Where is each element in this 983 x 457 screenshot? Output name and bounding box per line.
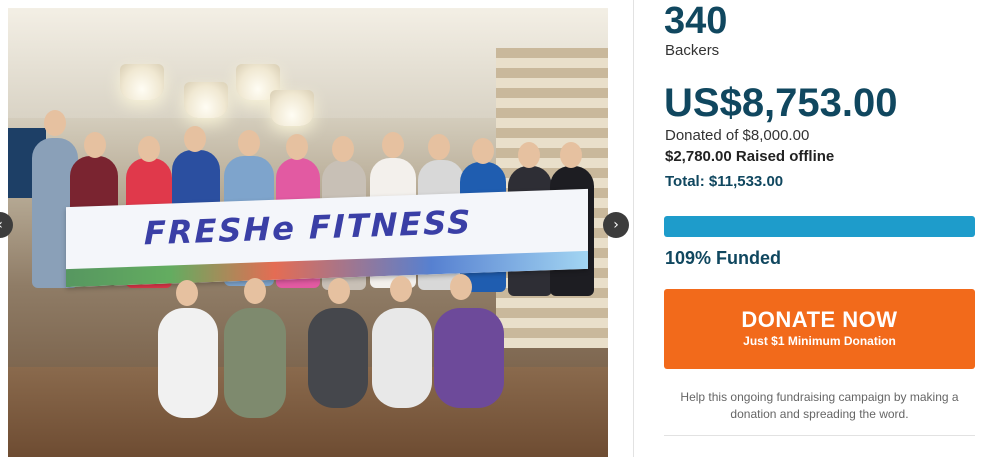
amount-raised: US$8,753.00 bbox=[664, 81, 898, 125]
funding-progress-bar bbox=[664, 216, 975, 237]
help-text: Help this ongoing fundraising campaign b… bbox=[680, 390, 959, 421]
total-raised: Total: $11,533.00 bbox=[665, 173, 784, 190]
campaign-photo: FRESHe FITNESS bbox=[8, 8, 608, 457]
campaign-media: FRESHe FITNESS ‹ › bbox=[0, 0, 633, 457]
backers-count: 340 bbox=[664, 0, 728, 42]
goal-text: Donated of $8,000.00 bbox=[665, 127, 810, 144]
raised-offline: $2,780.00 Raised offline bbox=[665, 148, 835, 165]
carousel-next-button[interactable]: › bbox=[603, 212, 629, 238]
banner-text: FRESHe FITNESS bbox=[144, 202, 473, 253]
funding-progress-fill bbox=[664, 216, 975, 237]
backers-label: Backers bbox=[665, 42, 720, 59]
funded-percent: 109% Funded bbox=[665, 248, 782, 268]
chevron-right-icon: › bbox=[613, 217, 619, 233]
donate-now-button[interactable]: DONATE NOW Just $1 Minimum Donation bbox=[664, 289, 975, 369]
column-divider bbox=[633, 0, 634, 457]
chevron-left-icon: ‹ bbox=[0, 217, 3, 233]
donate-button-label: DONATE NOW bbox=[741, 307, 898, 332]
photo-lamp bbox=[184, 82, 228, 118]
photo-front-row bbox=[158, 268, 538, 438]
photo-lamp bbox=[120, 64, 164, 100]
divider-line bbox=[664, 435, 975, 436]
donate-button-sublabel: Just $1 Minimum Donation bbox=[743, 334, 896, 348]
